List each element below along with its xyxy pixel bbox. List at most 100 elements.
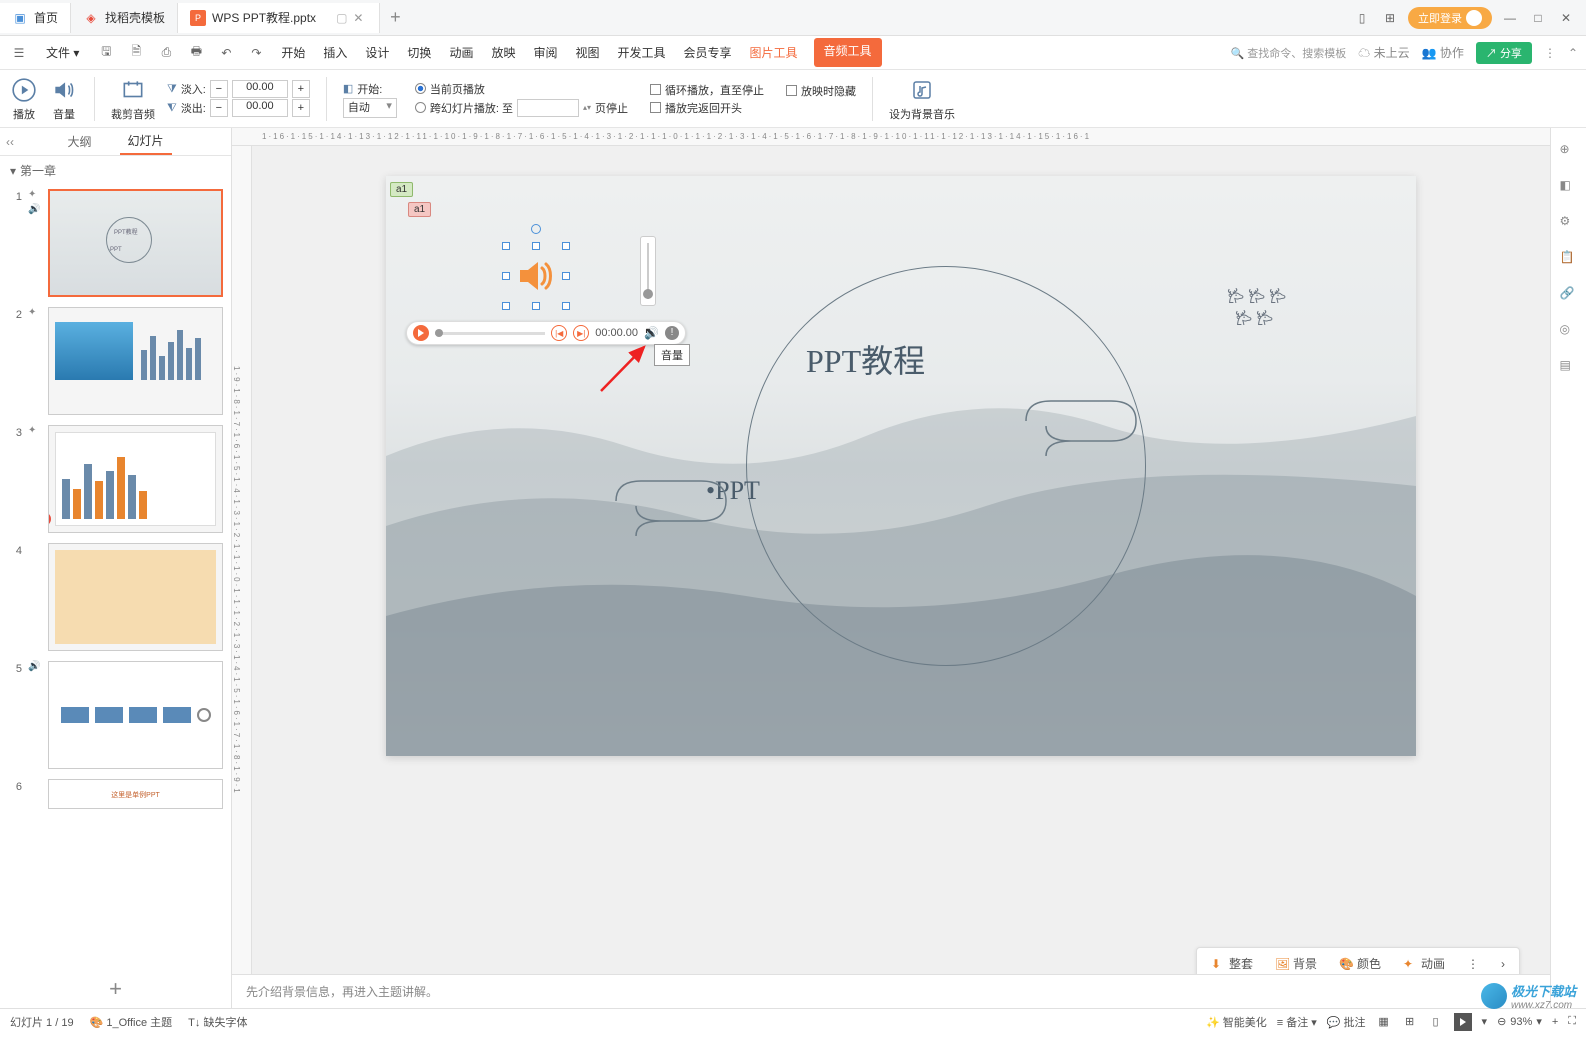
tab-member[interactable]: 会员专享 <box>682 38 734 67</box>
collab-button[interactable]: 👥 协作 <box>1422 44 1464 61</box>
tab-start[interactable]: 开始 <box>279 38 307 67</box>
chapter-header[interactable]: ▾ 第一章 <box>0 156 231 185</box>
rb-layout-icon[interactable]: ▤ <box>1560 358 1578 376</box>
status-comments-btn[interactable]: 💬 批注 <box>1327 1014 1366 1030</box>
tab-file[interactable]: P WPS PPT教程.pptx ▢ ✕ <box>178 3 380 33</box>
thumb-6[interactable]: 这里是单例PPT <box>48 779 223 809</box>
rb-style-icon[interactable]: ◧ <box>1560 178 1578 196</box>
audio-object[interactable] <box>506 246 566 306</box>
rb-location-icon[interactable]: ◎ <box>1560 322 1578 340</box>
rb-ai-icon[interactable]: ⊕ <box>1560 142 1578 160</box>
ft-bg[interactable]: 🖼背景 <box>1267 952 1325 974</box>
rotation-handle[interactable] <box>531 224 541 234</box>
fadein-input[interactable]: 00.00 <box>232 80 288 98</box>
resize-handle-nw[interactable] <box>502 242 510 250</box>
undo-icon[interactable]: ↶ <box>215 42 237 64</box>
minimize-button[interactable]: — <box>1500 8 1520 28</box>
radio-cross-slides[interactable] <box>415 102 426 113</box>
share-button[interactable]: ↗ 分享 <box>1476 42 1532 64</box>
slide-title[interactable]: PPT教程 <box>806 336 925 382</box>
file-menu[interactable]: 文件 ▾ <box>38 44 87 61</box>
grid-icon-1[interactable]: ▯ <box>1352 8 1372 28</box>
thumb-2[interactable] <box>48 307 223 415</box>
ft-replace[interactable]: ⬇整套 <box>1203 952 1261 974</box>
resize-handle-se[interactable] <box>562 302 570 310</box>
view-slideshow-drop[interactable]: ▾ <box>1482 1015 1488 1028</box>
resize-handle-s[interactable] <box>532 302 540 310</box>
start-select[interactable]: 自动 <box>343 98 397 118</box>
collapse-panel-icon[interactable]: ‹‹ <box>6 135 14 149</box>
tab-picture-tools[interactable]: 图片工具 <box>748 38 800 67</box>
grid-icon-2[interactable]: ⊞ <box>1380 8 1400 28</box>
ribbon-volume[interactable]: 音量 <box>50 76 78 122</box>
thumb-5[interactable] <box>48 661 223 769</box>
ribbon-bgm[interactable]: 设为背景音乐 <box>889 76 955 122</box>
status-missing-font[interactable]: T↓ 缺失字体 <box>188 1014 247 1030</box>
radio-current-page[interactable] <box>415 83 426 94</box>
tab-audio-tools[interactable]: 音频工具 <box>814 38 882 67</box>
resize-handle-ne[interactable] <box>562 242 570 250</box>
ft-color[interactable]: 🎨颜色 <box>1331 952 1389 974</box>
player-info-button[interactable]: ! <box>665 326 679 340</box>
search-input[interactable]: 🔍 查找命令、搜索模板 <box>1230 45 1346 61</box>
tab-animation[interactable]: 动画 <box>447 38 475 67</box>
resize-handle-e[interactable] <box>562 272 570 280</box>
cloud-status[interactable]: ☁ 未上云 <box>1358 44 1409 61</box>
zoom-drop-icon[interactable]: ▾ <box>1536 1015 1542 1028</box>
maximize-button[interactable]: □ <box>1528 8 1548 28</box>
fadeout-minus[interactable]: − <box>210 99 228 117</box>
rb-settings-icon[interactable]: ⚙ <box>1560 214 1578 232</box>
resize-handle-w[interactable] <box>502 272 510 280</box>
print-preview-icon[interactable]: 🖶 <box>185 42 207 64</box>
view-reading-icon[interactable]: ▯ <box>1428 1014 1444 1030</box>
view-slideshow-icon[interactable] <box>1454 1013 1472 1031</box>
tab-view[interactable]: 视图 <box>573 38 601 67</box>
panel-tab-outline[interactable]: 大纲 <box>59 129 99 154</box>
tab-slideshow[interactable]: 放映 <box>489 38 517 67</box>
chk-hide[interactable] <box>786 85 797 96</box>
status-beautify[interactable]: ✨ 智能美化 <box>1206 1014 1267 1030</box>
save-as-icon[interactable]: 🗎 <box>125 42 147 64</box>
collapse-ribbon-icon[interactable]: ⌃ <box>1568 46 1578 60</box>
comment-tag-2[interactable]: a1 <box>408 202 431 217</box>
volume-thumb[interactable] <box>643 289 653 299</box>
tab-review[interactable]: 审阅 <box>531 38 559 67</box>
ft-more[interactable]: ⋮ <box>1459 952 1487 974</box>
redo-icon[interactable]: ↷ <box>245 42 267 64</box>
player-play-button[interactable] <box>413 325 429 341</box>
save-icon[interactable]: 🖫 <box>95 42 117 64</box>
chk-rewind[interactable] <box>650 102 661 113</box>
comment-tag-1[interactable]: a1 <box>390 182 413 197</box>
menu-icon[interactable]: ☰ <box>8 42 30 64</box>
login-button[interactable]: 立即登录 <box>1408 7 1492 29</box>
tab-templates[interactable]: ◈ 找稻壳模板 <box>71 3 178 33</box>
ribbon-play[interactable]: 播放 <box>10 76 38 122</box>
fadein-minus[interactable]: − <box>210 80 228 98</box>
resize-handle-n[interactable] <box>532 242 540 250</box>
thumb-1[interactable]: PPT教程·PPT <box>48 189 223 297</box>
close-button[interactable]: ✕ <box>1556 8 1576 28</box>
rb-clipboard-icon[interactable]: 📋 <box>1560 250 1578 268</box>
ribbon-trim[interactable]: 裁剪音频 <box>111 76 155 122</box>
fadein-plus[interactable]: + <box>292 80 310 98</box>
volume-slider[interactable] <box>640 236 656 306</box>
tab-design[interactable]: 设计 <box>363 38 391 67</box>
close-icon[interactable]: ✕ <box>353 11 367 25</box>
player-next-button[interactable]: ▶| <box>573 325 589 341</box>
view-normal-icon[interactable]: ▦ <box>1376 1014 1392 1030</box>
player-seek[interactable] <box>435 332 545 335</box>
tab-home[interactable]: ▣ 首页 <box>0 3 71 33</box>
fadeout-plus[interactable]: + <box>292 99 310 117</box>
print-icon[interactable]: ⎙ <box>155 42 177 64</box>
fadeout-input[interactable]: 00.00 <box>232 99 288 117</box>
ft-next[interactable]: › <box>1493 952 1513 974</box>
tab-add[interactable]: + <box>380 7 410 28</box>
resize-handle-sw[interactable] <box>502 302 510 310</box>
tab-devtools[interactable]: 开发工具 <box>616 38 668 67</box>
ft-anim[interactable]: ✦动画 <box>1395 952 1453 974</box>
slide-canvas[interactable]: a1 a1 PPT教程 •PPT 𐂂 𐂂 𐂂 𐂂 𐂂 <box>386 176 1416 756</box>
rb-link-icon[interactable]: 🔗 <box>1560 286 1578 304</box>
fit-icon[interactable]: ⛶ <box>1568 1015 1576 1028</box>
notes-pane[interactable]: 先介绍背景信息，再进入主题讲解。 <box>232 974 1550 1008</box>
zoom-in-icon[interactable]: + <box>1552 1016 1558 1028</box>
